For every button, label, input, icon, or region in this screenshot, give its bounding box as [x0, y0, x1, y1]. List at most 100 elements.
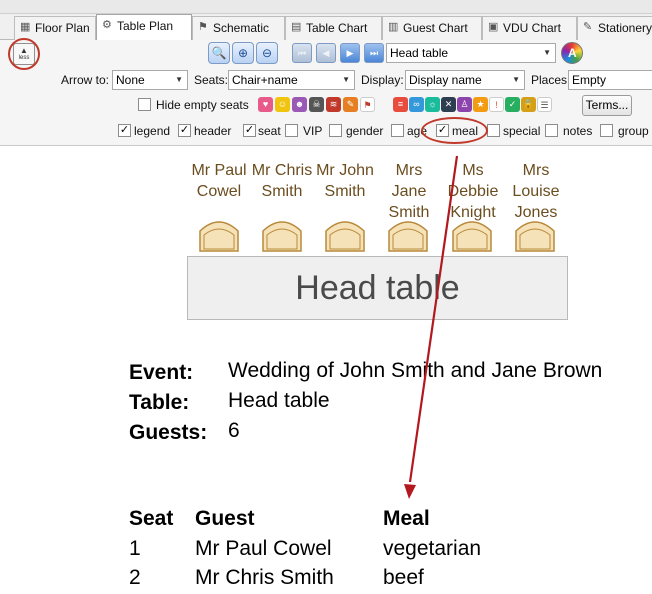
option-seat-checkbox[interactable]: ✓	[243, 124, 256, 137]
arrow-to-select[interactable]: None ▼	[112, 70, 188, 90]
baby-icon[interactable]: ☼	[425, 97, 440, 112]
zoom-out-button[interactable]: ⊖	[256, 42, 278, 64]
cutlery-icon[interactable]: ✕	[441, 97, 456, 112]
places-select[interactable]: Empty	[568, 70, 652, 90]
chair-icon[interactable]	[324, 215, 366, 253]
tab-table-chart[interactable]: ▤ Table Chart	[285, 16, 382, 40]
chevron-down-icon: ▼	[175, 75, 183, 84]
row-1-meal: vegetarian	[383, 537, 482, 560]
row-2-guest: Mr Chris Smith	[195, 566, 334, 589]
tab-table-plan[interactable]: ⚙ Table Plan	[96, 14, 192, 41]
option-legend-checkbox[interactable]: ✓	[118, 124, 131, 137]
glasses-icon[interactable]: ∞	[409, 97, 424, 112]
seat-guest-name[interactable]: Mr Paul Cowel	[186, 160, 252, 202]
next-table-button[interactable]: ▶	[340, 43, 360, 63]
first-table-button[interactable]: ⏮	[292, 43, 312, 63]
skull-icon[interactable]: ☠	[309, 97, 324, 112]
last-table-button[interactable]: ⏭	[364, 43, 384, 63]
tab-label: Floor Plan	[35, 21, 90, 35]
row-2-meal: beef	[383, 566, 424, 589]
chevron-down-icon: ▼	[543, 48, 551, 57]
head-table-shape[interactable]: Head table	[187, 256, 568, 320]
guests-key: Guests:	[129, 421, 208, 444]
seat-guest-name[interactable]: Mr John Smith	[312, 160, 378, 202]
next-icon: ▶	[346, 48, 354, 58]
seat-guest-name[interactable]: Mrs Jane Smith	[376, 160, 442, 223]
stripes-icon[interactable]: ≡	[393, 97, 408, 112]
table-select[interactable]: Head table ▼	[386, 43, 556, 63]
gear-icon: ⚙	[102, 19, 112, 31]
lock-icon[interactable]: 🔒	[521, 97, 536, 112]
seat-guest-name[interactable]: Mr Chris Smith	[249, 160, 315, 202]
seats-select[interactable]: Chair+name ▼	[228, 70, 355, 90]
places-value: Empty	[572, 73, 607, 87]
display-label: Display:	[361, 73, 404, 87]
magnifier-icon: 🔍	[211, 46, 227, 60]
seat-guest-name[interactable]: Mrs Louise Jones	[503, 160, 569, 223]
table-chart-icon: ▤	[291, 21, 302, 33]
star-icon[interactable]: ★	[473, 97, 488, 112]
option-header-checkbox[interactable]: ✓	[178, 124, 191, 137]
seats-label: Seats:	[194, 73, 229, 87]
arrow-to-value: None	[116, 73, 145, 87]
chair-icon[interactable]	[451, 215, 493, 253]
flag-icon[interactable]: ⚑	[360, 97, 375, 112]
arrow-to-label: Arrow to:	[61, 73, 110, 87]
guest-name-line: Mrs	[522, 162, 550, 179]
row-1-guest: Mr Paul Cowel	[195, 537, 332, 560]
tab-stationery[interactable]: ✎ Stationery	[577, 16, 652, 40]
seats-value: Chair+name	[232, 73, 298, 87]
option-meal-checkbox[interactable]: ✓	[436, 124, 449, 137]
event-key: Event:	[129, 361, 194, 384]
exclamation-icon[interactable]: !	[489, 97, 504, 112]
pencil-icon[interactable]: ✎	[343, 97, 358, 112]
option-meal-label: meal	[452, 124, 479, 138]
zoom-in-button[interactable]: ⊕	[232, 42, 254, 64]
last-icon: ⏭	[369, 48, 379, 58]
less-button[interactable]: ▲ less	[13, 43, 35, 65]
guest-name-line: Mr John	[316, 162, 374, 179]
person-icon[interactable]: ♙	[457, 97, 472, 112]
option-vip-checkbox[interactable]	[285, 124, 298, 137]
list-icon[interactable]: ☰	[537, 97, 552, 112]
zoom-fit-button[interactable]: 🔍	[208, 42, 230, 64]
face-icon[interactable]: ☻	[292, 97, 307, 112]
option-gender-checkbox[interactable]	[329, 124, 342, 137]
tab-guest-chart[interactable]: ▥ Guest Chart	[382, 16, 482, 40]
option-notes-label: notes	[563, 124, 593, 138]
guest-chart-icon: ▥	[388, 21, 399, 33]
guest-name-line: Mr Paul	[191, 162, 247, 179]
chair-icon[interactable]	[514, 215, 556, 253]
guest-name-line: Debbie	[447, 183, 499, 200]
tab-label: VDU Chart	[503, 21, 562, 35]
row-2-seat: 2	[129, 566, 141, 589]
color-palette-button[interactable]: A	[561, 42, 583, 64]
option-special-checkbox[interactable]	[487, 124, 500, 137]
chair-icon[interactable]	[387, 215, 429, 253]
option-notes-checkbox[interactable]	[545, 124, 558, 137]
option-group-checkbox[interactable]	[600, 124, 613, 137]
seat-guest-name[interactable]: Ms Debbie Knight	[440, 160, 506, 223]
option-seat-label: seat	[258, 124, 281, 138]
tab-vdu-chart[interactable]: ▣ VDU Chart	[482, 16, 577, 40]
schematic-icon: ⚑	[198, 21, 208, 33]
previous-table-button[interactable]: ◀	[316, 43, 336, 63]
terms-button[interactable]: Terms...	[582, 95, 632, 116]
checkmark-icon[interactable]: ✓	[505, 97, 520, 112]
header-guest: Guest	[195, 507, 255, 530]
guest-name-line: Cowel	[196, 183, 242, 200]
rainbow-icon[interactable]: ≋	[326, 97, 341, 112]
display-select[interactable]: Display name ▼	[405, 70, 525, 90]
tab-floor-plan[interactable]: ▦ Floor Plan	[14, 16, 96, 40]
chair-icon[interactable]	[261, 215, 303, 253]
option-header-label: header	[194, 124, 232, 138]
heart-icon[interactable]: ♥	[258, 97, 273, 112]
chair-icon[interactable]	[198, 215, 240, 253]
tab-label: Table Plan	[117, 19, 174, 33]
option-age-checkbox[interactable]	[391, 124, 404, 137]
pencil-icon: ✎	[583, 21, 593, 33]
tab-schematic[interactable]: ⚑ Schematic	[192, 16, 285, 40]
hide-empty-seats-checkbox[interactable]	[138, 98, 151, 111]
tab-bar: ▦ Floor Plan ⚙ Table Plan ⚑ Schematic ▤ …	[0, 14, 652, 41]
smiley-icon[interactable]: ☺	[275, 97, 290, 112]
